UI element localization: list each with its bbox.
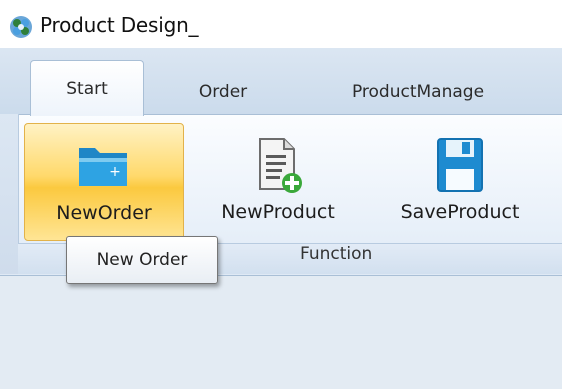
save-product-button[interactable]: SaveProduct — [370, 123, 550, 239]
window-title: Product Design_ — [40, 13, 199, 37]
tab-productmanage[interactable]: ProductManage — [318, 70, 518, 114]
save-product-label: SaveProduct — [400, 201, 520, 223]
ribbon-left-edge — [0, 114, 19, 274]
new-order-button[interactable]: + NewOrder — [24, 123, 184, 241]
save-disk-icon — [437, 138, 483, 192]
new-order-tooltip: New Order — [66, 236, 218, 284]
new-product-button[interactable]: NewProduct — [198, 123, 358, 239]
tab-start[interactable]: Start — [30, 60, 144, 116]
app-logo-icon — [10, 16, 32, 38]
tab-order[interactable]: Order — [178, 70, 268, 114]
title-bar: Product Design_ — [0, 0, 562, 48]
new-order-label: NewOrder — [56, 202, 152, 224]
folder-add-icon: + — [79, 148, 127, 186]
svg-text:+: + — [109, 164, 121, 180]
document-add-icon — [259, 138, 302, 193]
ribbon-group-label: Function — [300, 244, 373, 264]
new-product-label: NewProduct — [221, 201, 335, 223]
